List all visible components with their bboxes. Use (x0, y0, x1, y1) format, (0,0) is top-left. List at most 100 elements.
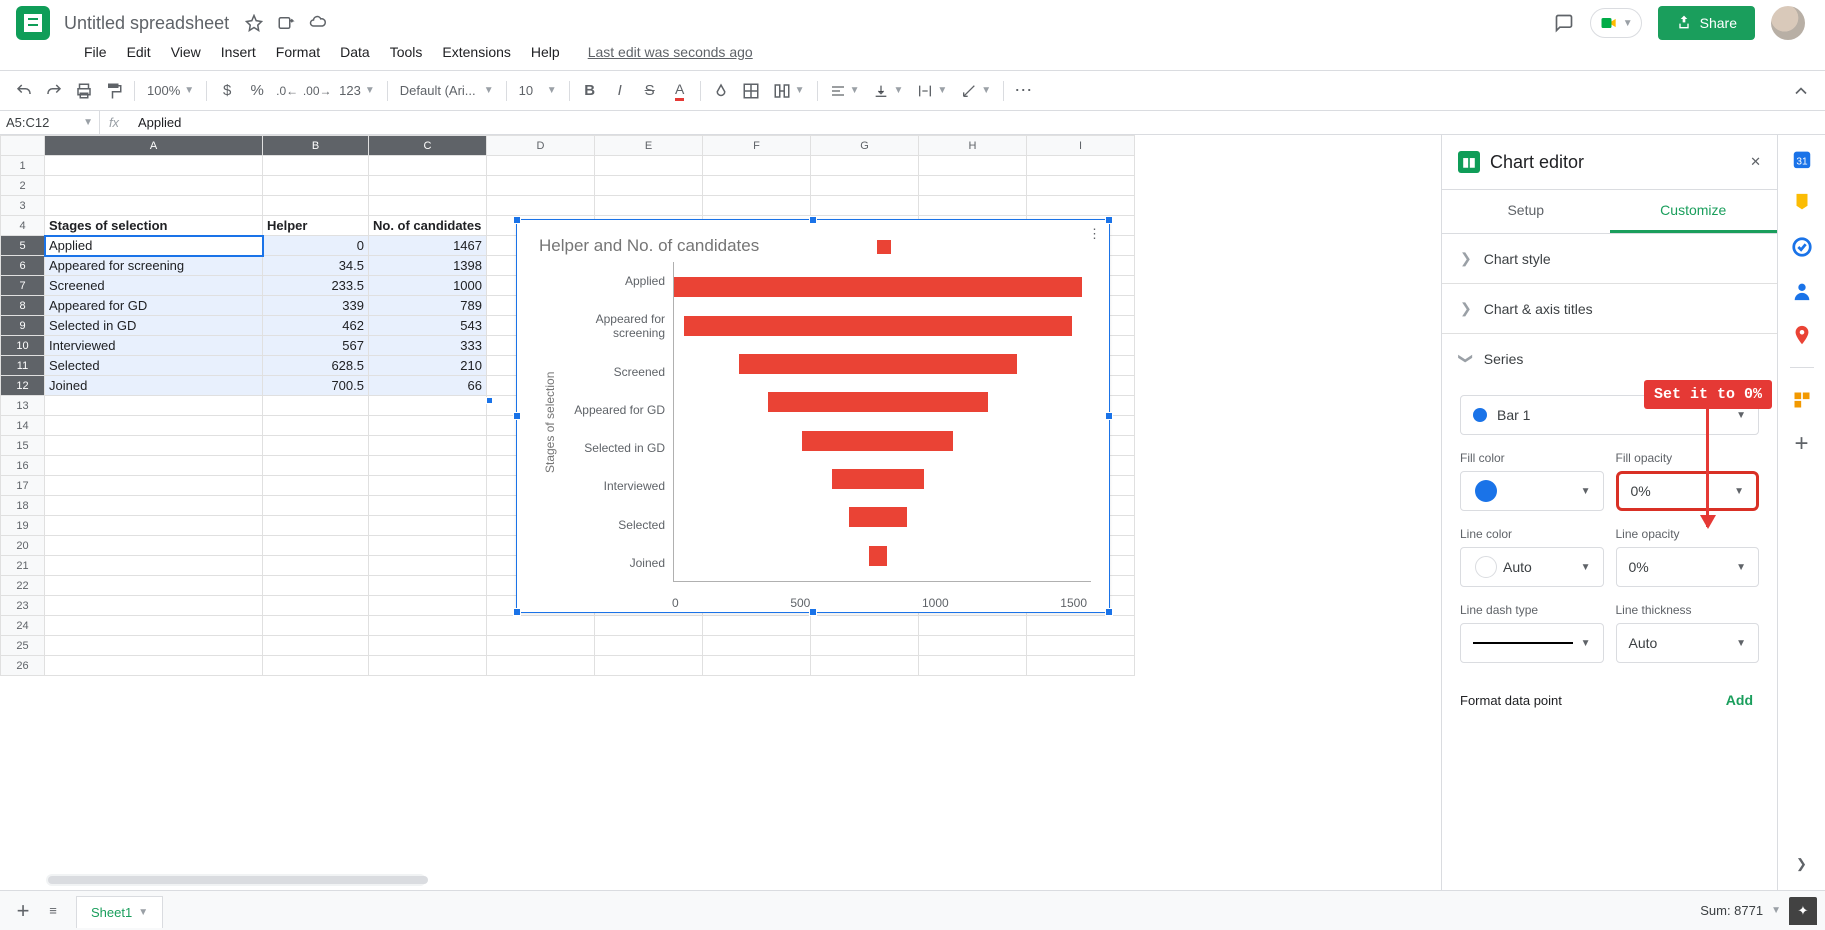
add-data-point-button[interactable]: Add (1720, 691, 1759, 709)
spreadsheet-area[interactable]: ABCDEFGHI1234Stages of selectionHelperNo… (0, 135, 1441, 890)
name-box[interactable]: A5:C12▼ (0, 111, 100, 134)
menu-insert[interactable]: Insert (213, 40, 264, 64)
more-toolbar-icon[interactable]: ⋯ (1010, 77, 1038, 105)
embedded-chart[interactable]: ⋮ Helper and No. of candidates Stages of… (516, 219, 1110, 613)
decrease-decimal-icon[interactable]: .0← (273, 77, 301, 105)
resize-handle[interactable] (1105, 412, 1113, 420)
font-size-select[interactable]: 10▼ (513, 77, 563, 105)
line-dash-select[interactable]: ▼ (1460, 623, 1604, 663)
line-opacity-select[interactable]: 0%▼ (1616, 547, 1760, 587)
zoom-select[interactable]: 100%▼ (141, 77, 200, 105)
menu-view[interactable]: View (163, 40, 209, 64)
formula-bar: A5:C12▼ fx Applied (0, 111, 1825, 135)
redo-icon[interactable] (40, 77, 68, 105)
keep-icon[interactable] (1790, 191, 1814, 215)
series-selector[interactable]: Bar 1 ▼ (1460, 395, 1759, 435)
chart-legend-swatch (877, 240, 891, 254)
fill-color-icon[interactable] (707, 77, 735, 105)
font-select[interactable]: Default (Ari...▼ (394, 77, 500, 105)
chart-x-axis: 050010001500 (517, 596, 1109, 610)
increase-decimal-icon[interactable]: .00→ (303, 77, 331, 105)
tab-customize[interactable]: Customize (1610, 190, 1778, 233)
chart-menu-icon[interactable]: ⋮ (1088, 226, 1101, 242)
account-avatar[interactable] (1771, 6, 1805, 40)
menu-help[interactable]: Help (523, 40, 568, 64)
add-addon-icon[interactable]: + (1790, 432, 1814, 456)
chart-editor-panel: ▮▮ Chart editor ✕ Setup Customize ❯Chart… (1441, 135, 1777, 890)
resize-handle[interactable] (513, 412, 521, 420)
resize-handle[interactable] (1105, 216, 1113, 224)
move-icon[interactable] (277, 14, 295, 32)
hide-panel-icon[interactable]: ❯ (1790, 852, 1814, 876)
resize-handle[interactable] (809, 216, 817, 224)
line-thickness-label: Line thickness (1616, 603, 1760, 617)
v-align-icon[interactable]: ▼ (867, 77, 909, 105)
menu-format[interactable]: Format (268, 40, 328, 64)
calendar-icon[interactable]: 31 (1790, 147, 1814, 171)
format-data-point-row: Format data point Add (1442, 675, 1777, 725)
star-icon[interactable] (245, 14, 263, 32)
editor-tabs: Setup Customize (1442, 190, 1777, 234)
fill-color-picker[interactable]: ▼ (1460, 471, 1604, 511)
menu-data[interactable]: Data (332, 40, 378, 64)
contacts-icon[interactable] (1790, 279, 1814, 303)
print-icon[interactable] (70, 77, 98, 105)
share-button[interactable]: Share (1658, 6, 1755, 40)
merge-icon[interactable]: ▼ (767, 77, 811, 105)
section-axis-titles[interactable]: ❯Chart & axis titles (1442, 284, 1777, 334)
quicksum[interactable]: Sum: 8771 (1700, 903, 1763, 918)
currency-icon[interactable]: $ (213, 77, 241, 105)
editor-header: ▮▮ Chart editor ✕ (1442, 135, 1777, 190)
chart-title: Helper and No. of candidates (517, 220, 1109, 262)
text-color-icon[interactable]: A (666, 77, 694, 105)
strike-icon[interactable]: S (636, 77, 664, 105)
line-opacity-label: Line opacity (1616, 527, 1760, 541)
editor-title: Chart editor (1490, 152, 1584, 173)
menu-extensions[interactable]: Extensions (434, 40, 518, 64)
fill-opacity-select[interactable]: 0%▼ (1616, 471, 1760, 511)
section-series[interactable]: ❯Series (1442, 334, 1777, 383)
wrap-icon[interactable]: ▼ (911, 77, 953, 105)
side-rail: 31 + ❯ (1777, 135, 1825, 890)
section-chart-style[interactable]: ❯Chart style (1442, 234, 1777, 284)
doc-title[interactable]: Untitled spreadsheet (64, 13, 229, 34)
tab-setup[interactable]: Setup (1442, 190, 1610, 233)
menu-tools[interactable]: Tools (382, 40, 431, 64)
number-format-select[interactable]: 123▼ (333, 77, 381, 105)
cloud-icon[interactable] (309, 14, 327, 32)
paint-format-icon[interactable] (100, 77, 128, 105)
line-color-picker[interactable]: Auto▼ (1460, 547, 1604, 587)
addon-icon[interactable] (1790, 388, 1814, 412)
h-scrollbar[interactable] (46, 874, 426, 886)
formula-input[interactable]: Applied (128, 115, 181, 130)
sheets-logo[interactable] (16, 6, 50, 40)
menu-edit[interactable]: Edit (119, 40, 159, 64)
add-sheet-icon[interactable]: + (8, 896, 38, 926)
borders-icon[interactable] (737, 77, 765, 105)
undo-icon[interactable] (10, 77, 38, 105)
percent-icon[interactable]: % (243, 77, 271, 105)
italic-icon[interactable]: I (606, 77, 634, 105)
all-sheets-icon[interactable]: ≡ (38, 896, 68, 926)
chart-y-axis-label: Stages of selection (539, 262, 561, 582)
line-dash-label: Line dash type (1460, 603, 1604, 617)
meet-button[interactable]: ▼ (1590, 8, 1642, 38)
maps-icon[interactable] (1790, 323, 1814, 347)
last-edit-link[interactable]: Last edit was seconds ago (580, 40, 761, 64)
close-editor-icon[interactable]: ✕ (1750, 154, 1761, 170)
svg-text:31: 31 (1796, 157, 1808, 168)
resize-handle[interactable] (513, 216, 521, 224)
explore-icon[interactable]: ✦ (1789, 897, 1817, 925)
comment-history-icon[interactable] (1554, 13, 1574, 33)
collapse-toolbar-icon[interactable] (1787, 77, 1815, 105)
tasks-icon[interactable] (1790, 235, 1814, 259)
line-thickness-select[interactable]: Auto▼ (1616, 623, 1760, 663)
rotate-icon[interactable]: ▼ (955, 77, 997, 105)
menu-file[interactable]: File (76, 40, 115, 64)
h-align-icon[interactable]: ▼ (824, 77, 866, 105)
fill-opacity-label: Fill opacity (1616, 451, 1760, 465)
chart-plot-area (673, 262, 1091, 582)
sheet-tab[interactable]: Sheet1▼ (76, 896, 163, 928)
bold-icon[interactable]: B (576, 77, 604, 105)
selection-handle[interactable] (486, 397, 493, 404)
